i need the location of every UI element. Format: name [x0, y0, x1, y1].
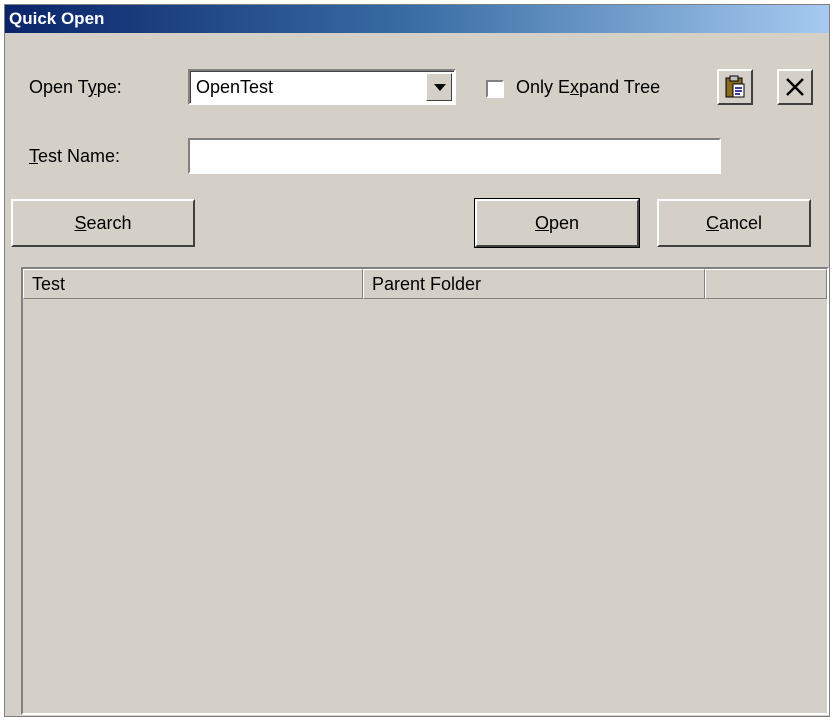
open-type-select[interactable]: OpenTest	[188, 69, 456, 105]
paste-button[interactable]	[717, 69, 753, 105]
search-button[interactable]: Search	[11, 199, 195, 247]
column-header-parent-folder[interactable]: Parent Folder	[363, 269, 705, 299]
open-button[interactable]: Open	[474, 198, 640, 248]
title-bar[interactable]: Quick Open	[5, 5, 829, 33]
close-x-icon	[786, 78, 804, 96]
only-expand-tree-label[interactable]: Only Expand Tree	[516, 77, 660, 98]
quick-open-dialog: Quick Open Open Type: OpenTest Only Expa…	[4, 4, 830, 717]
open-type-value: OpenTest	[196, 77, 274, 97]
cancel-button[interactable]: Cancel	[657, 199, 811, 247]
list-header: Test Parent Folder	[23, 269, 827, 299]
clipboard-icon	[725, 75, 745, 98]
open-type-label: Open Type:	[29, 77, 122, 97]
test-name-label: Test Name:	[29, 146, 121, 166]
column-header-test[interactable]: Test	[23, 269, 363, 299]
only-expand-tree-checkbox[interactable]	[486, 80, 504, 98]
column-header-empty[interactable]	[705, 269, 827, 299]
window-title: Quick Open	[9, 9, 105, 28]
test-name-input[interactable]	[188, 138, 721, 174]
chevron-down-icon[interactable]	[426, 73, 452, 101]
results-list[interactable]: Test Parent Folder	[21, 267, 829, 715]
close-button[interactable]	[777, 69, 813, 105]
